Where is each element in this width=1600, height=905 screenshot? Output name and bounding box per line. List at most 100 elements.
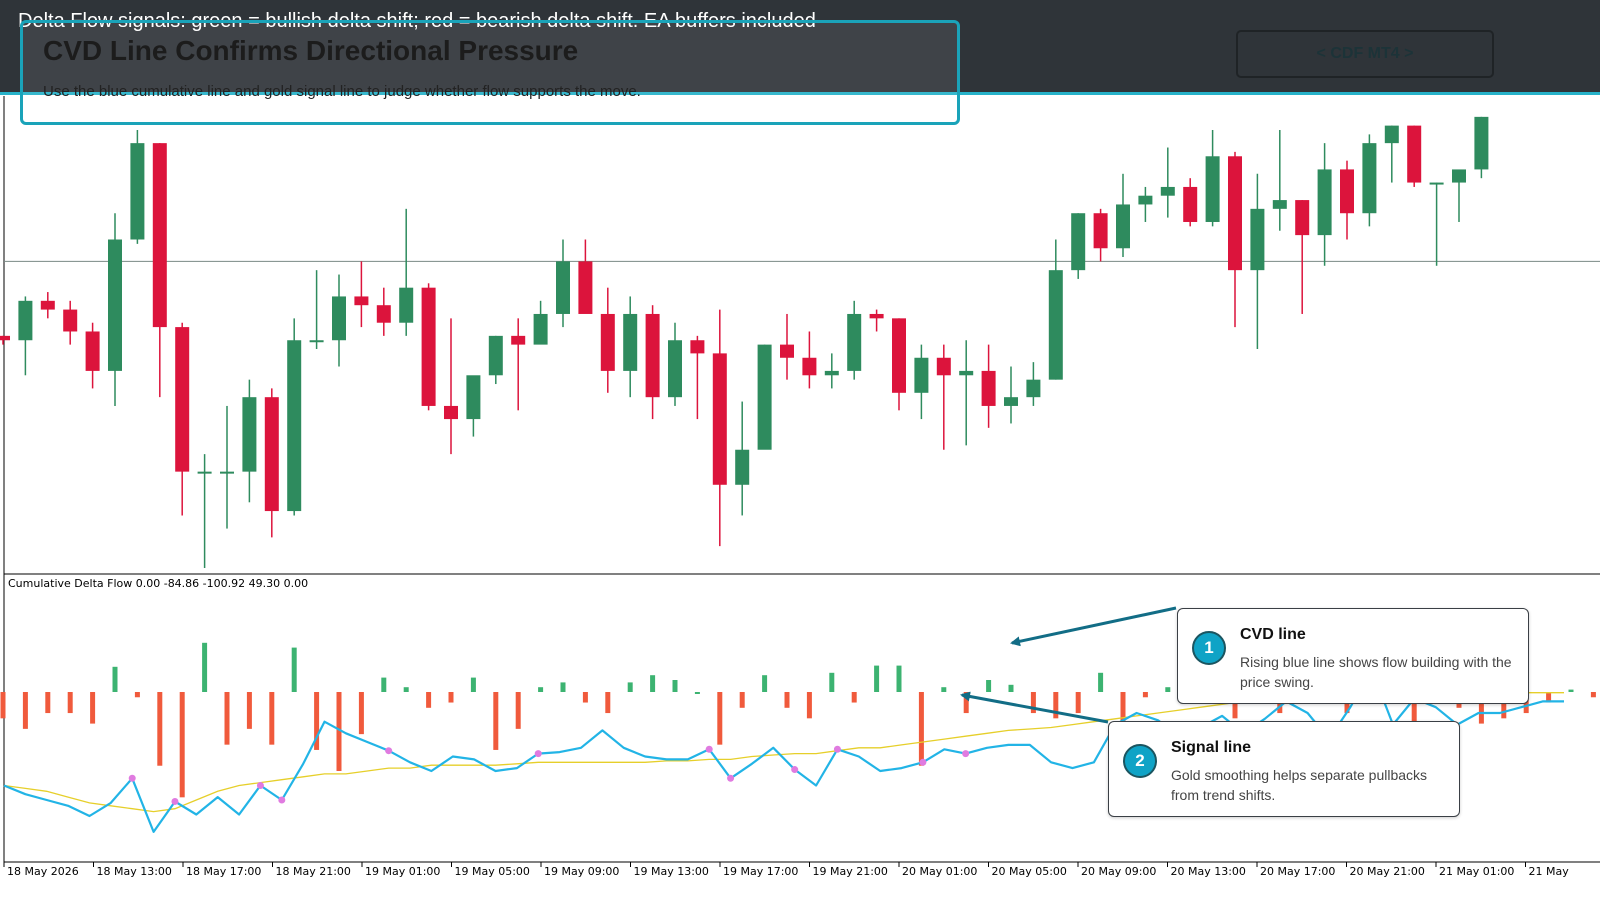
candle-body — [1407, 125, 1422, 183]
histogram-bar — [134, 692, 140, 698]
candle-body — [444, 405, 458, 420]
histogram-bar — [717, 692, 723, 745]
time-tick-label: 19 May 05:00 — [455, 865, 530, 878]
candle-body — [578, 261, 593, 314]
headline-banner: CVD Line Confirms Directional Pressure U… — [20, 20, 960, 125]
candle-body — [175, 327, 190, 472]
histogram-bar — [918, 692, 924, 766]
time-tick-label: 21 May — [1529, 865, 1570, 878]
histogram-bar — [67, 692, 73, 714]
candle-body — [511, 335, 526, 345]
histogram-bar — [896, 665, 902, 692]
candle-body — [600, 313, 615, 371]
candle-body — [1317, 169, 1332, 236]
time-axis: 18 May 2026 18 May 13:00 18 May 17:00 18 Ma… — [3, 861, 1600, 878]
histogram-bar — [874, 665, 880, 692]
histogram-bar — [1568, 689, 1574, 692]
candle-body — [488, 335, 503, 376]
candle-body — [869, 313, 884, 319]
indicator-title-label: Cumulative Delta Flow 0.00 -84.86 -100.9… — [8, 577, 309, 590]
candle-body — [1272, 200, 1287, 209]
histogram-bar — [1142, 692, 1148, 698]
candle-body — [757, 344, 772, 450]
callout-body: Gold smoothing helps separate pullbacks … — [1171, 767, 1428, 803]
candle-body — [1205, 156, 1220, 222]
candle-body — [1452, 169, 1466, 183]
histogram-bar — [157, 692, 163, 766]
headline-subtitle: Use the blue cumulative line and gold si… — [43, 83, 641, 100]
histogram-bar — [829, 672, 835, 692]
candle-body — [959, 370, 974, 376]
time-tick-label: 21 May 01:00 — [1439, 865, 1514, 878]
time-tick-label: 19 May 21:00 — [813, 865, 888, 878]
candle-body — [623, 313, 638, 371]
histogram-bar — [851, 692, 857, 703]
candle-body — [1116, 204, 1130, 249]
callout-signal-line: 2 Signal line Gold smoothing helps separ… — [1108, 721, 1460, 817]
signal-dot — [171, 797, 179, 805]
time-tick-label: 19 May 09:00 — [544, 865, 619, 878]
histogram-bar — [112, 666, 118, 692]
signal-dot — [128, 774, 136, 782]
headline-title: CVD Line Confirms Directional Pressure — [43, 35, 579, 66]
time-tick-label: 19 May 01:00 — [365, 865, 440, 878]
signal-dot — [919, 758, 927, 766]
candle-body — [1093, 213, 1108, 249]
histogram-bar — [1075, 692, 1081, 714]
histogram-bar — [470, 677, 476, 692]
signal-dot — [962, 750, 970, 758]
time-tick-label: 20 May 17:00 — [1260, 865, 1335, 878]
callout-cvd-line: 1 CVD line Rising blue line shows flow b… — [1177, 608, 1529, 704]
histogram-bar — [538, 687, 544, 692]
cdf-mt4-button[interactable]: < CDF MT4 > — [1236, 30, 1494, 78]
time-tick-label: 18 May 21:00 — [276, 865, 351, 878]
histogram-bar — [493, 692, 499, 750]
candle-body — [242, 397, 257, 472]
candle-body — [354, 296, 369, 306]
histogram-bar — [762, 675, 768, 692]
candle-body — [1384, 125, 1399, 144]
signal-dot — [833, 745, 841, 753]
histogram-bar — [381, 677, 387, 692]
histogram-bar — [0, 692, 6, 719]
histogram-bar — [426, 692, 432, 708]
number-badge: 1 — [1192, 631, 1226, 665]
histogram-bar — [45, 692, 51, 714]
signal-dot — [278, 796, 286, 804]
candle-body — [847, 313, 862, 371]
candle-body — [18, 300, 33, 341]
candle-body — [1295, 200, 1310, 236]
time-tick-label: 18 May 17:00 — [186, 865, 261, 878]
candle-body — [197, 471, 212, 474]
candle-body — [1228, 156, 1242, 271]
candle-body — [735, 449, 750, 485]
histogram-bar — [986, 680, 992, 692]
candle-body — [802, 357, 817, 376]
histogram-bar — [1165, 687, 1171, 692]
histogram-bar — [941, 687, 947, 692]
candle-body — [1429, 182, 1444, 185]
histogram-bar — [90, 692, 96, 724]
annotation-arrows — [960, 606, 1177, 724]
candle-body — [1183, 186, 1198, 222]
histogram-bar — [403, 687, 409, 692]
candle-body — [892, 318, 906, 393]
signal-dot — [727, 774, 735, 782]
histogram-bar — [694, 692, 700, 694]
signal-dot — [385, 747, 393, 755]
time-tick-label: 18 May 2026 — [7, 865, 79, 878]
candle-body — [668, 340, 682, 398]
histogram-bar — [1590, 692, 1596, 698]
histogram-bar — [650, 675, 656, 692]
candle-body — [63, 309, 78, 332]
histogram-bar — [246, 692, 252, 729]
callout-1-arrow — [1010, 606, 1177, 647]
histogram-bar — [806, 692, 812, 719]
candle-body — [0, 335, 10, 341]
candle-body — [1250, 208, 1265, 271]
signal-dot — [705, 745, 713, 753]
candle-body — [824, 370, 839, 376]
histogram-bar — [672, 680, 678, 692]
time-tick-label: 20 May 05:00 — [992, 865, 1067, 878]
histogram-bar — [291, 647, 297, 692]
